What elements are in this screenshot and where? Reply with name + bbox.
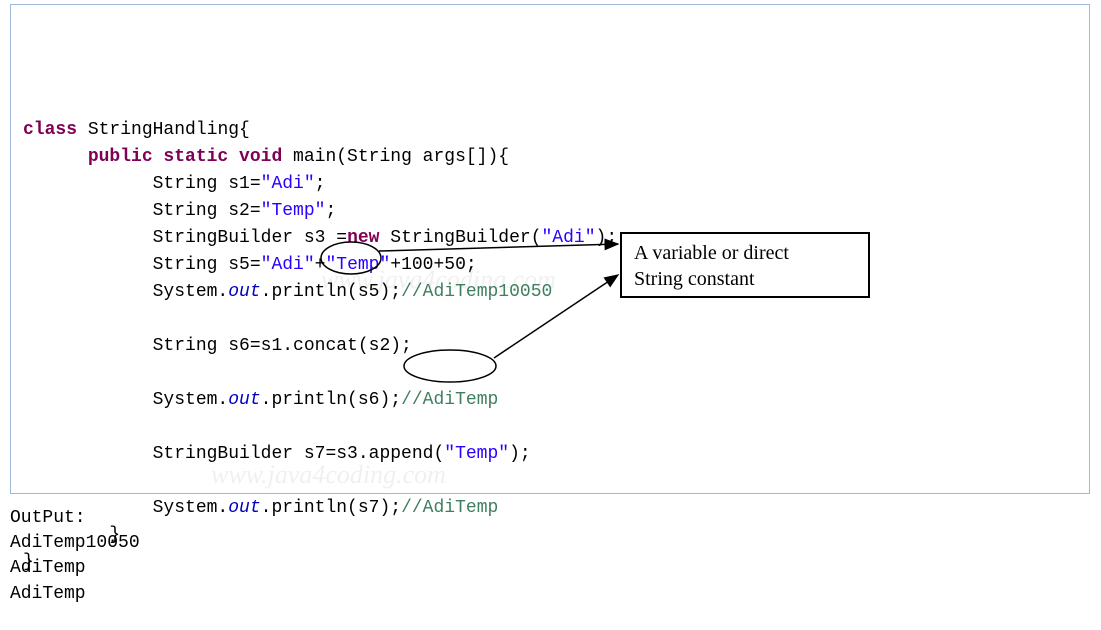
code-content: class StringHandling{ public static void…: [23, 117, 1077, 576]
keyword-modifiers: public static void: [88, 147, 282, 167]
string-literal: "Temp": [325, 255, 390, 275]
code-text: ;: [315, 174, 326, 194]
code-text: +100+50;: [390, 255, 476, 275]
string-literal: "Adi": [261, 174, 315, 194]
comment: //AdiTemp: [401, 390, 498, 410]
string-literal: "Temp": [444, 444, 509, 464]
code-box: www.java4coding.com www.java4coding.com …: [10, 4, 1090, 494]
code-text: }: [23, 552, 34, 572]
code-text: StringBuilder s3 =: [23, 228, 347, 248]
code-text: StringBuilder(: [379, 228, 541, 248]
code-text: System.: [23, 390, 228, 410]
comment: //AdiTemp10050: [401, 282, 552, 302]
code-text: System.: [23, 282, 228, 302]
page-root: www.java4coding.com www.java4coding.com …: [0, 0, 1101, 611]
code-text: StringHandling{: [77, 120, 250, 140]
field-out: out: [228, 498, 260, 518]
code-text: ;: [325, 201, 336, 221]
output-line-3: AdiTemp: [10, 584, 86, 604]
code-text: }: [23, 525, 120, 545]
code-text: );: [596, 228, 618, 248]
annotation-line-1: A variable or direct: [634, 240, 856, 266]
code-text: System.: [23, 498, 228, 518]
keyword-new: new: [347, 228, 379, 248]
code-text: .println(s5);: [261, 282, 401, 302]
string-literal: "Adi": [261, 255, 315, 275]
string-literal: "Adi": [542, 228, 596, 248]
annotation-line-2: String constant: [634, 266, 856, 292]
comment: //AdiTemp: [401, 498, 498, 518]
field-out: out: [228, 390, 260, 410]
code-text: String s6=s1.concat(s2);: [23, 336, 412, 356]
string-literal: "Temp": [261, 201, 326, 221]
code-text: String s1=: [23, 174, 261, 194]
code-text: String s5=: [23, 255, 261, 275]
code-text: +: [315, 255, 326, 275]
code-text: );: [509, 444, 531, 464]
code-text: .println(s7);: [261, 498, 401, 518]
keyword-class: class: [23, 120, 77, 140]
code-text: main(String args[]){: [282, 147, 509, 167]
code-text: .println(s6);: [261, 390, 401, 410]
code-text: StringBuilder s7=s3.append(: [23, 444, 444, 464]
annotation-callout: A variable or direct String constant: [620, 232, 870, 298]
code-text: String s2=: [23, 201, 261, 221]
field-out: out: [228, 282, 260, 302]
